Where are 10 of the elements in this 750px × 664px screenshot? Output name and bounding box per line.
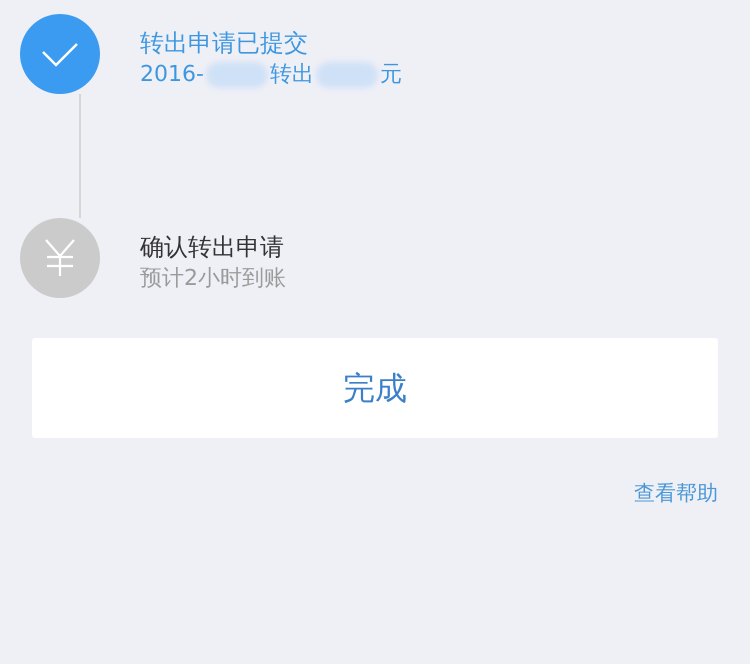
blurred-redaction bbox=[316, 62, 378, 88]
help-link[interactable]: 查看帮助 bbox=[634, 478, 718, 510]
step-detail: 元 bbox=[380, 61, 402, 89]
blurred-redaction bbox=[206, 62, 268, 88]
step-detail: 预计2小时到账 bbox=[140, 265, 286, 293]
step-title: 确认转出申请 bbox=[140, 232, 285, 263]
step-detail: 转出 bbox=[270, 61, 314, 89]
step-detail: 2016- bbox=[140, 61, 204, 89]
done-button[interactable]: 完成 bbox=[32, 338, 718, 438]
step-title: 转出申请已提交 bbox=[140, 28, 309, 59]
